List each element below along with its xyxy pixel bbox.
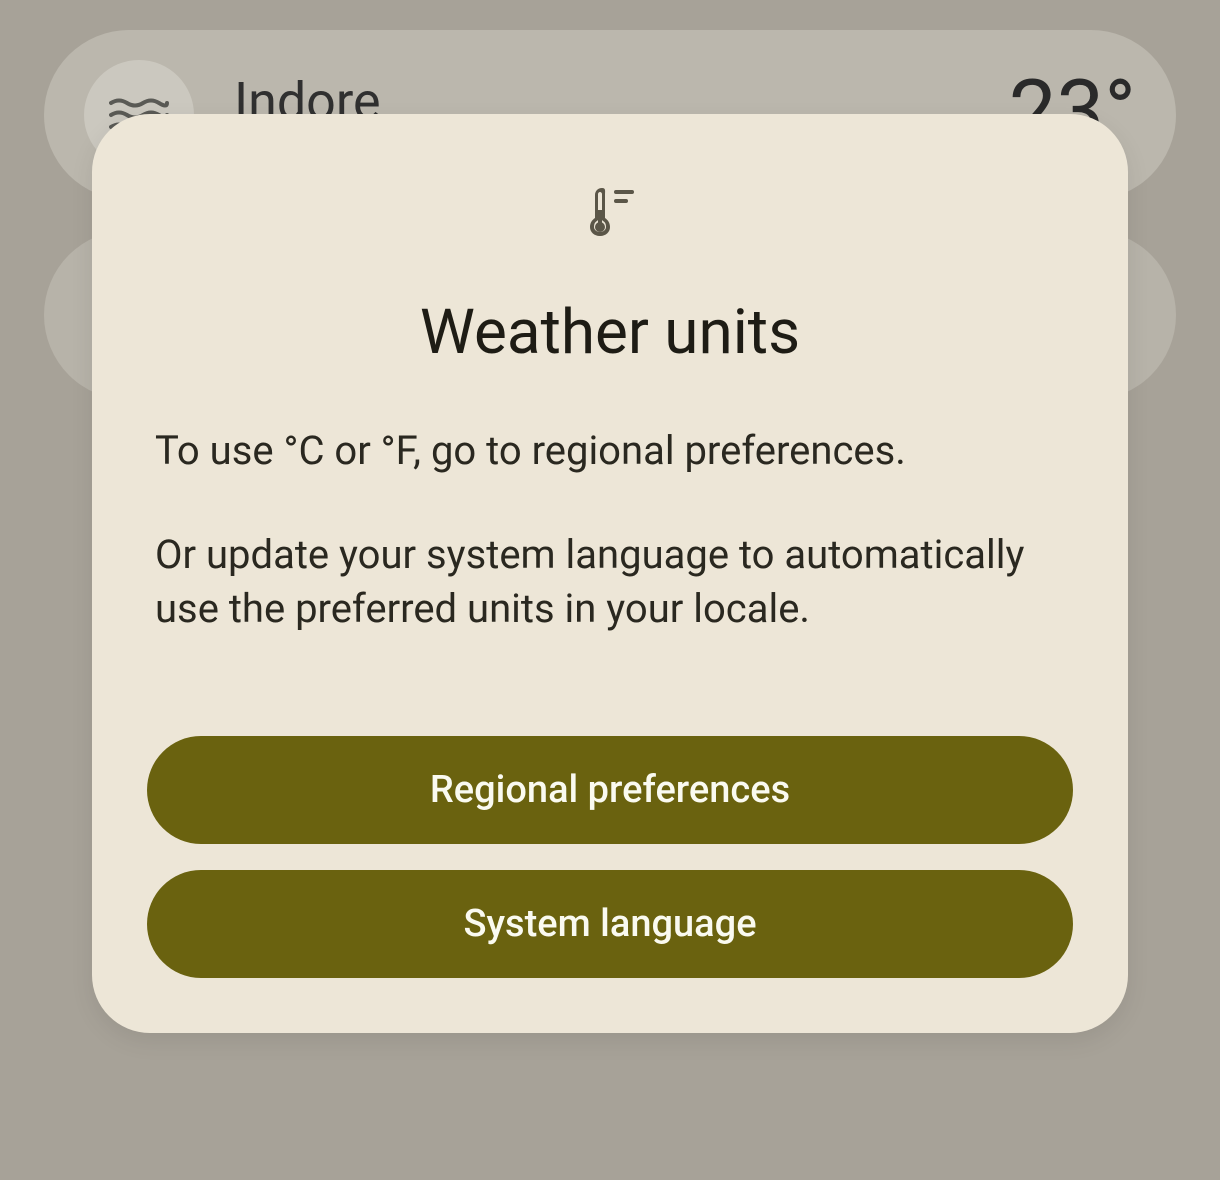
system-language-button[interactable]: System language <box>147 870 1073 978</box>
dialog-buttons: Regional preferences System language <box>147 736 1073 978</box>
dialog-title: Weather units <box>147 296 1073 369</box>
dialog-icon-container <box>147 184 1073 236</box>
thermometer-icon <box>584 184 636 236</box>
dialog-body-line-1: To use °C or °F, go to regional preferen… <box>155 424 1065 478</box>
weather-units-dialog: Weather units To use °C or °F, go to reg… <box>92 114 1128 1033</box>
regional-preferences-button[interactable]: Regional preferences <box>147 736 1073 844</box>
dialog-body: To use °C or °F, go to regional preferen… <box>147 424 1073 636</box>
dialog-body-line-2: Or update your system language to automa… <box>155 528 1065 636</box>
